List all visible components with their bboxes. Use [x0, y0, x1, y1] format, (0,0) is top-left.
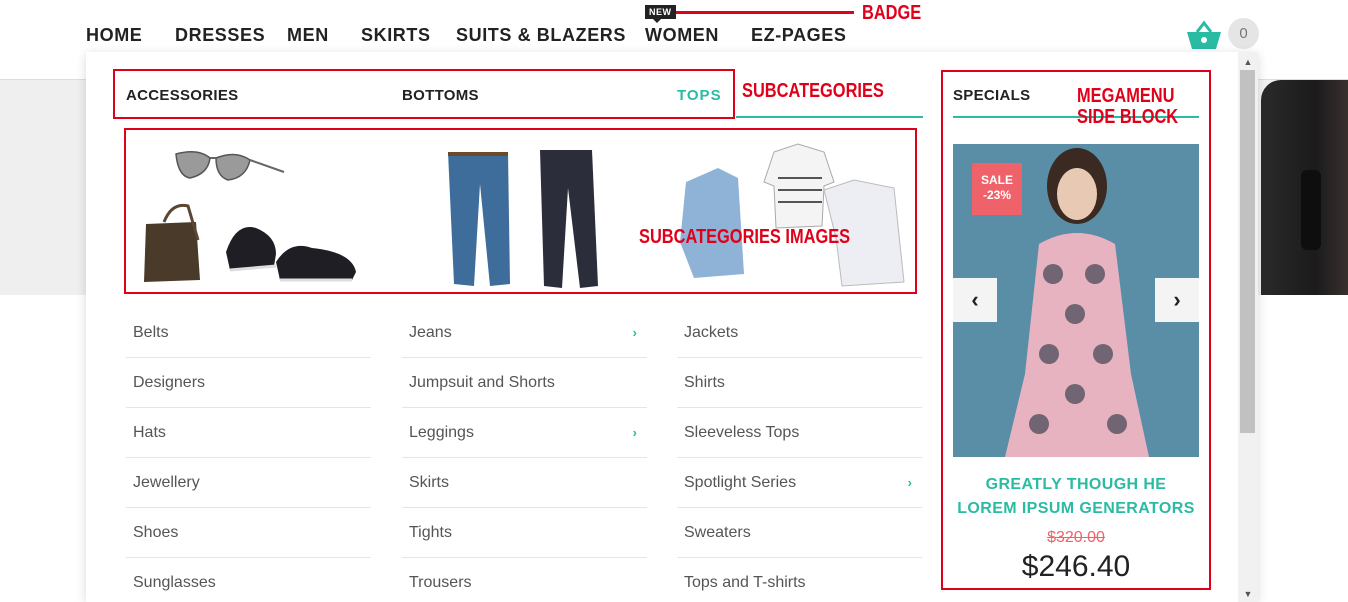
list-item[interactable]: Tops and T-shirts [677, 558, 922, 602]
nav-skirts[interactable]: SKIRTS [361, 25, 431, 46]
list-item-label: Shoes [133, 524, 179, 541]
list-accessories: Belts Designers Hats Jewellery Shoes Sun… [126, 308, 371, 602]
list-item[interactable]: Shirts [677, 358, 922, 408]
subcategories-images-box [124, 128, 917, 294]
list-item[interactable]: Sunglasses [126, 558, 371, 602]
list-item-label: Skirts [409, 474, 449, 491]
nav-women[interactable]: WOMEN [645, 25, 719, 46]
list-item[interactable]: Sleeveless Tops [677, 408, 922, 458]
scrollbar-thumb[interactable] [1240, 70, 1255, 433]
list-item[interactable]: Sweaters [677, 508, 922, 558]
jacket-image [1261, 80, 1348, 295]
list-item-label: Tights [409, 524, 452, 541]
nav-dresses[interactable]: DRESSES [175, 25, 265, 46]
cart-count[interactable]: 0 [1228, 18, 1259, 49]
list-item-label: Designers [133, 374, 206, 391]
list-item-label: Jewellery [133, 474, 200, 491]
subcategories-annotation: SUBCATEGORIES [742, 80, 884, 102]
list-item[interactable]: Tights [402, 508, 647, 558]
list-item-label: Sunglasses [133, 574, 216, 591]
list-tops: Jackets Shirts Sleeveless Tops Spotlight… [677, 308, 922, 602]
list-item[interactable]: Designers [126, 358, 371, 408]
side-block-box [941, 70, 1211, 590]
list-item-label: Trousers [409, 574, 472, 591]
list-item-label: Leggings [409, 424, 474, 441]
list-item-label: Spotlight Series [684, 474, 797, 491]
scroll-down-icon[interactable]: ▼ [1238, 586, 1258, 602]
list-item[interactable]: Trousers [402, 558, 647, 602]
list-item[interactable]: Leggings › [402, 408, 647, 458]
nav-men[interactable]: MEN [287, 25, 329, 46]
list-item-label: Shirts [684, 374, 725, 391]
basket-icon[interactable] [1186, 20, 1222, 50]
list-item[interactable]: Jumpsuit and Shorts [402, 358, 647, 408]
hero-banner-right [1255, 80, 1348, 295]
list-item-label: Hats [133, 424, 166, 441]
badge-annotation: BADGE [862, 2, 922, 24]
hero-banner-left [0, 80, 86, 295]
list-item[interactable]: Spotlight Series › [677, 458, 922, 508]
new-badge: NEW [645, 5, 676, 23]
chevron-right-icon: › [632, 425, 637, 440]
list-item[interactable]: Jewellery [126, 458, 371, 508]
subcategories-images-annotation: SUBCATEGORIES IMAGES [639, 226, 851, 248]
chevron-right-icon: › [632, 325, 637, 340]
nav-home[interactable]: HOME [86, 25, 142, 46]
subcategories-box [113, 69, 735, 119]
scroll-up-icon[interactable]: ▲ [1238, 54, 1258, 70]
list-item-label: Jumpsuit and Shorts [409, 374, 555, 391]
tops-underline [736, 116, 923, 118]
scrollbar[interactable]: ▲ ▼ [1238, 52, 1258, 602]
list-item-label: Jackets [684, 324, 739, 341]
megamenu-annotation: MEGAMENU [1077, 85, 1175, 107]
list-item-label: Tops and T-shirts [684, 574, 806, 591]
list-item[interactable]: Jackets [677, 308, 922, 358]
list-item[interactable]: Hats [126, 408, 371, 458]
list-item[interactable]: Belts [126, 308, 371, 358]
side-block-annotation: SIDE BLOCK [1077, 106, 1179, 128]
list-item[interactable]: Skirts [402, 458, 647, 508]
badge-annotation-line [676, 11, 854, 14]
list-item-label: Sleeveless Tops [684, 424, 800, 441]
list-item[interactable]: Shoes [126, 508, 371, 558]
nav-ez-pages[interactable]: EZ-PAGES [751, 25, 846, 46]
list-bottoms: Jeans › Jumpsuit and Shorts Leggings › Ski… [402, 308, 647, 602]
chevron-right-icon: › [907, 475, 912, 490]
nav-suits-blazers[interactable]: SUITS & BLAZERS [456, 25, 626, 46]
list-item-label: Sweaters [684, 524, 751, 541]
list-item[interactable]: Jeans › [402, 308, 647, 358]
list-item-label: Jeans [409, 324, 452, 341]
list-item-label: Belts [133, 324, 169, 341]
